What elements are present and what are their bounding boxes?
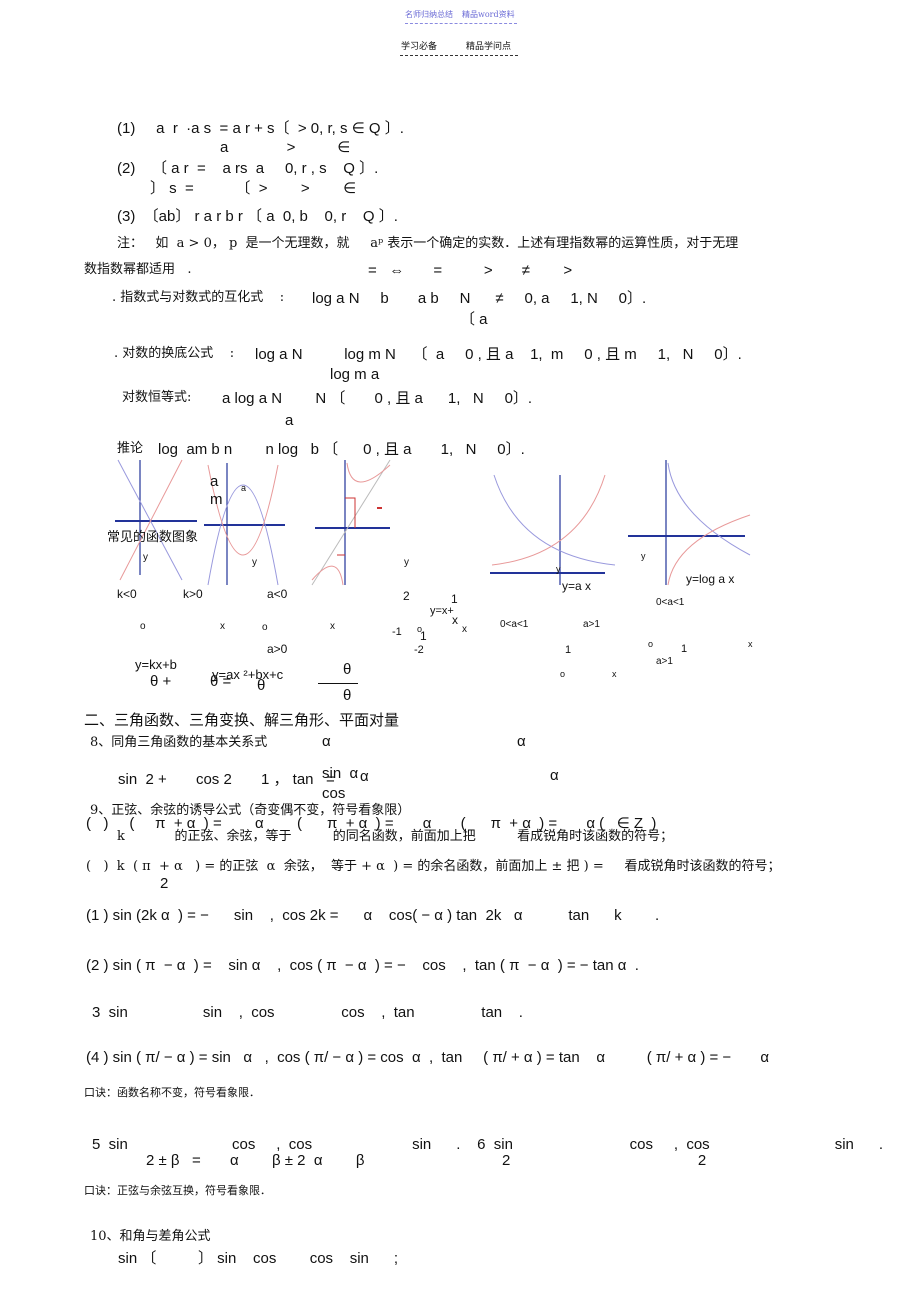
item-10-heading: 10、和角与差角公式 [90,1229,211,1244]
theta-symbol: θ [343,661,352,678]
mnemonic-2: 口诀：正弦与余弦互换，符号看象限． [84,1184,271,1197]
note-symbols: = ⇔ = > ≠ > [368,262,573,279]
label-1: 1 [451,592,458,606]
note-continued: 数指数幂都适用 . [84,262,192,277]
induction-row-2-sub: 2 [160,875,169,892]
hyperbola-equation: y=x+ [430,605,454,617]
tan-denominator: cos [322,785,346,802]
label-1b: 1 [420,629,427,643]
origin-label: o [262,622,268,633]
corollary-label: 推论 [117,441,144,456]
x-axis-label: x [220,621,225,632]
hyperbola-graph [311,459,391,586]
label-a-pos: a>0 [267,642,288,656]
label-base-gt-1: a>1 [583,619,600,630]
label-k-neg: k<0 [117,587,137,601]
linear-equation: y=kx+b [135,657,177,672]
note: 注： 如 a > 0， p 是一个无理数，就 aᵖ 表示一个确定的实数．上述有理… [117,236,739,251]
induction-formula-4: (4 ) sin ( π/ − α ) = sin α , cos ( π/ −… [86,1049,770,1066]
formula-3: (3) 〔ab〕 r a r b r 〔 a 0, b 0, r Q 〕. [117,208,398,225]
logarithm-equation: y=log a x [686,572,735,586]
induction-formula-2: (2 ) sin ( π − α ) = sin α , cos ( π − α… [86,957,639,974]
formula-2: (2) 〔 a r = a rs a 0, r , s Q 〕. [117,160,379,177]
induction-formula-5-6-sub: 2 ± β = α β ± 2 α β 2 2 [146,1152,707,1169]
theta-symbol: θ [343,687,352,704]
x-axis-label: x [330,621,335,632]
y-axis-label: y [556,564,561,574]
theta-symbol: θ [257,677,266,694]
stray-a: a [210,473,219,490]
formula-1: (1) a r ·a s = a r + s〔 > 0, r, s ∈ Q 〕. [117,120,404,137]
item-8-heading: 8、同角三角函数的基本关系式 [90,735,268,750]
theta-symbol: θ = [210,673,232,690]
origin-label: o [560,669,566,679]
logarithm-graph [628,460,751,586]
origin-label: o [140,621,146,632]
header-divider [405,23,517,24]
conversion-label: . 指数式与对数式的互化式 : [112,290,285,305]
exponential-graph [490,474,616,585]
graphs-title: 常见的函数图象 [107,530,199,545]
stray-m: m [210,491,223,508]
formula-2-top: a > ∈ [220,139,351,156]
subtitle-divider [400,55,518,56]
label-base-lt-1: 0<a<1 [500,619,529,630]
label-base-gt-1: a>1 [656,656,673,667]
tan-numerator: sin α [322,765,359,782]
change-base-denominator: log m a [330,366,380,383]
conversion-formula: log a N b a b N ≠ 0, a 1, N 0〕. [312,290,647,307]
fraction-bar [318,683,358,684]
hyperbola-x: x [452,613,458,627]
formula-2-bottom: 〕 s = 〔 > > ∈ [150,180,357,197]
induction-row-2: ( ) k ( π + α ) = 的正弦 α 余弦， 等于 + α ) = 的… [86,859,781,874]
induction-row-1-text: k 的正弦、余弦，等于 的同名函数，前面加上把 看成锐角时该函数的符号； [117,829,674,844]
x-axis-label: x [748,639,753,649]
origin-label: o [648,639,654,649]
section-2-title: 二、三角函数、三角变换、解三角形、平面对量 [84,711,400,729]
conversion-sub: 〔 a [460,311,488,328]
identity-sub: a [285,412,294,429]
label-2: 2 [403,589,410,603]
change-base-formula: log a N log m N 〔 a 0 , 且 a 1, m 0 , 且 m… [255,346,742,363]
identity-formula: a log a N N 〔 0 , 且 a 1, N 0〕. [222,390,533,407]
x-axis-label: x [462,624,467,635]
induction-formula-1: (1 ) sin (2k α ) = − sin , cos 2k = α co… [86,907,660,924]
alpha-symbol: α [322,733,331,750]
label-a-neg: a<0 [267,587,288,601]
label-base-lt-1: 0<a<1 [656,597,685,608]
induction-formula-5-6: 5 sin cos , cos sin . 6 sin cos , cos si… [92,1136,884,1153]
label-1: 1 [681,643,688,655]
exponential-equation: y=a x [562,579,592,593]
change-base-label: . 对数的换底公式 : [114,346,235,361]
label-k-pos: k>0 [183,587,203,601]
label-minus-2: -2 [414,644,424,656]
pythagorean-identity: sin 2 + cos 2 1 ， tan = [118,771,335,788]
subtitle-left: 学习必备 [401,42,438,52]
alpha-symbol: α [360,768,369,785]
sum-formula: sin 〔 〕 sin cos cos sin ; [118,1250,399,1267]
label-1: 1 [565,644,572,656]
linear-graph [115,459,197,581]
watermark-right: 精品word资料 [462,10,515,19]
y-axis-label: y [252,557,257,568]
watermark-left: 名师归纳总结 [405,10,453,19]
y-axis-label: y [143,552,148,563]
x-axis-label: x [612,669,617,679]
alpha-symbol: α [550,767,559,784]
alpha-symbol: α [517,733,526,750]
vertex-label: a [241,483,247,493]
identity-label: 对数恒等式: [122,390,192,405]
induction-formula-3: 3 sin sin , cos cos , tan tan . [92,1004,523,1021]
subtitle-right: 精品学问点 [466,42,512,52]
label-minus-1: -1 [392,626,402,638]
y-axis-label: y [641,551,646,561]
y-axis-label: y [404,557,409,568]
theta-symbol: θ + [150,673,172,690]
mnemonic-1: 口诀：函数名称不变，符号看象限． [84,1086,260,1099]
